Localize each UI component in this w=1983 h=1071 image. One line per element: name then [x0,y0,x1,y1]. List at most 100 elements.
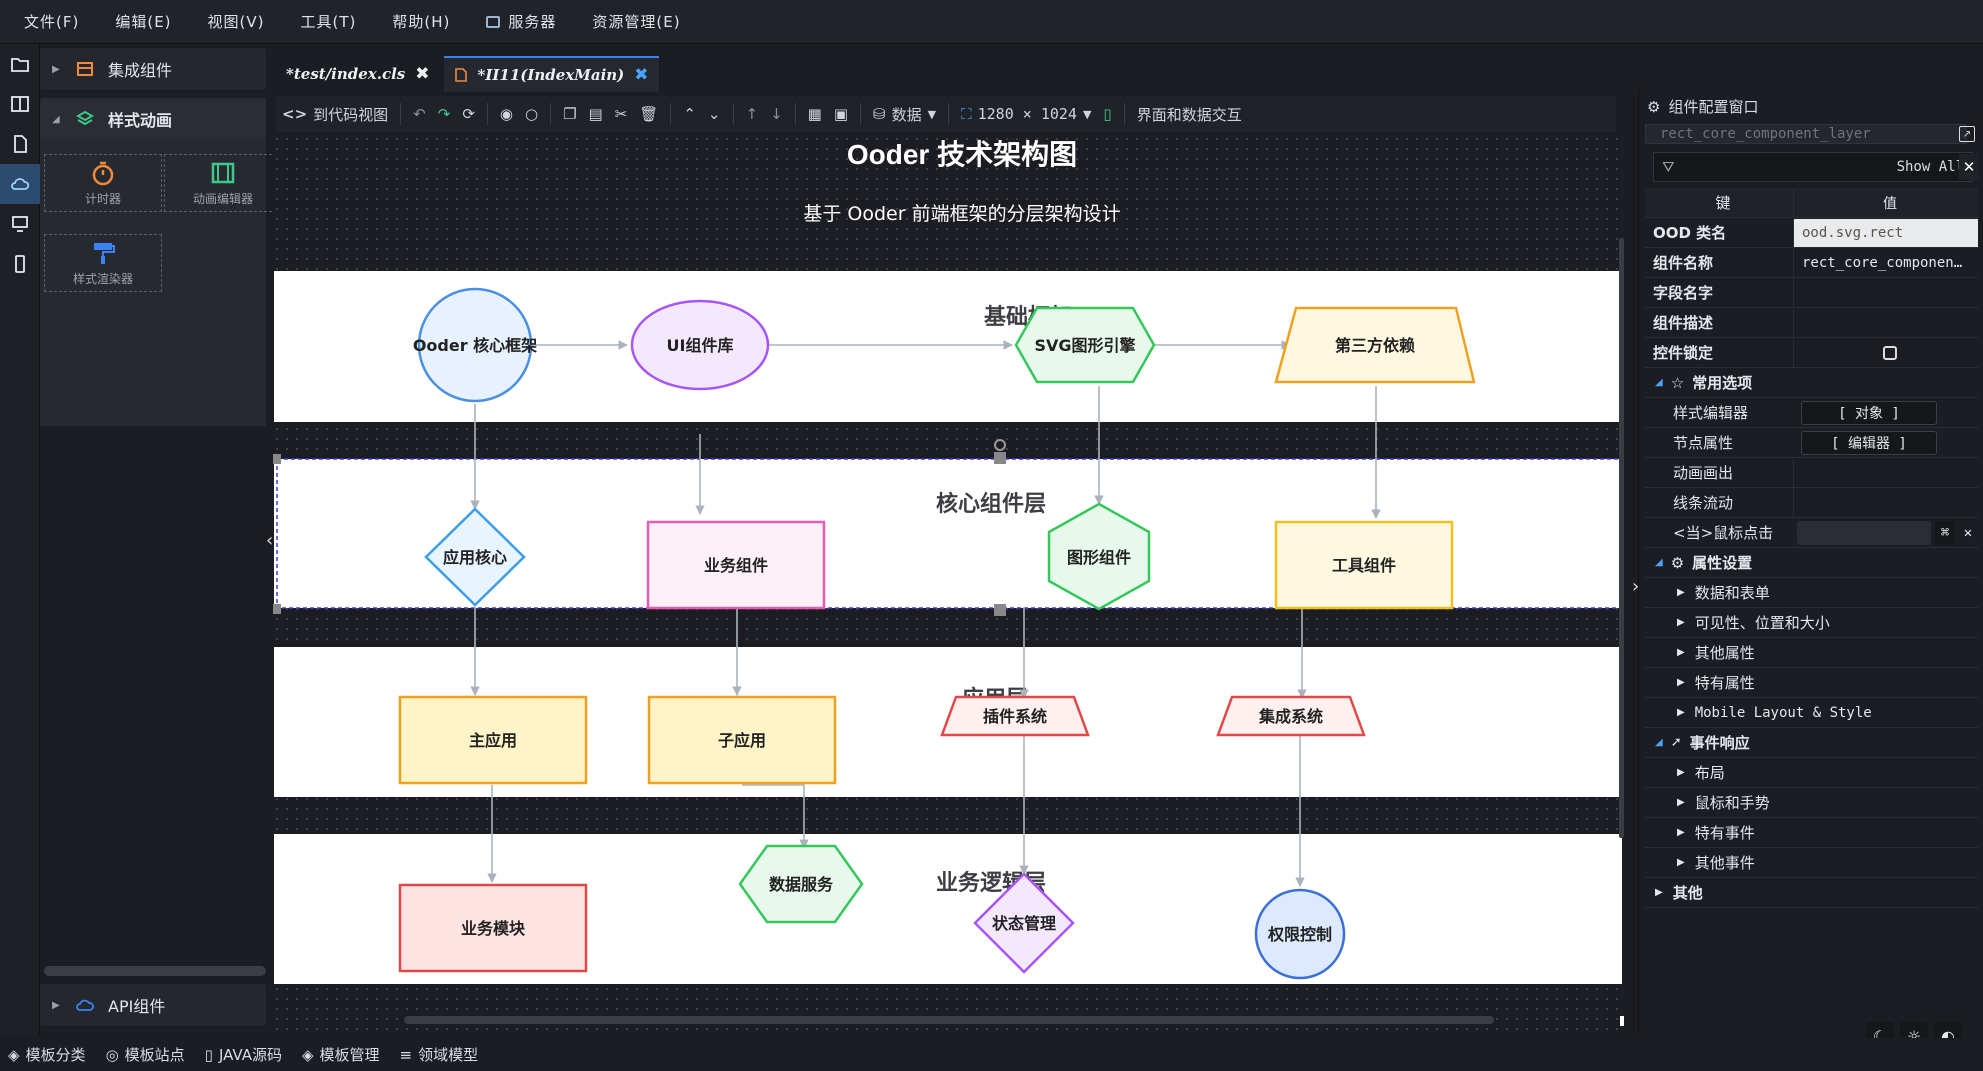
component-button[interactable]: ▣ [828,100,854,128]
ui-data-interaction-button[interactable]: 界面和数据交互 [1131,100,1248,128]
resize-handle[interactable] [273,604,281,614]
prop-value[interactable] [1793,278,1978,307]
cut-button[interactable]: ✂ [609,100,634,128]
status-template-site[interactable]: ◎ 模板站点 [106,1044,185,1065]
status-java-source[interactable]: ▯ JAVA源码 [205,1044,282,1065]
resize-handle[interactable] [994,452,1006,464]
delete-button[interactable]: 🗑 [633,100,664,128]
prop-anim-draw[interactable]: 动画画出 [1645,458,1978,488]
prop-comp-name[interactable]: 组件名称 rect_core_componen… [1645,248,1978,278]
tab-index-cls[interactable]: *test/index.cls ✖ [276,56,440,92]
event-mouse[interactable]: ▶ 鼠标和手势 [1645,788,1978,818]
attr-other[interactable]: ▶ 其他属性 [1645,638,1978,668]
node-props-button[interactable]: [ 编辑器 ] [1801,430,1937,455]
node-auth-ctrl[interactable]: 权限控制 [1254,888,1346,980]
rotate-handle[interactable] [994,439,1006,451]
prop-field-name[interactable]: 字段名字 [1645,278,1978,308]
lock-checkbox[interactable] [1883,345,1897,360]
group-other[interactable]: ▶ 其他 [1645,878,1978,908]
event-special[interactable]: ▶ 特有事件 [1645,818,1978,848]
clear-filter-icon[interactable]: ✕ [1959,154,1979,180]
prop-value[interactable]: rect_core_componen… [1793,248,1978,277]
move-down-button[interactable]: ⌄ [702,100,727,128]
event-layout[interactable]: ▶ 布局 [1645,758,1978,788]
attr-data-form[interactable]: ▶ 数据和表单 [1645,578,1978,608]
anim-editor-tile[interactable]: 动画编辑器 [164,154,282,212]
paste-button[interactable]: ▤ [583,100,609,128]
node-tool-comp[interactable]: 工具组件 [1274,520,1454,610]
style-renderer-tile[interactable]: 样式渲染器 [44,234,162,292]
node-sub-app[interactable]: 子应用 [647,695,837,785]
table-button[interactable]: ▦ [802,100,828,128]
arrow-down-button[interactable]: ↓ [764,100,789,128]
timer-tile[interactable]: 计时器 [44,154,162,212]
tab-indexmain[interactable]: *II11(IndexMain) ✖ [443,56,659,92]
undo-button[interactable]: ↶ [407,100,432,128]
resize-handle[interactable] [273,454,281,464]
section-animation[interactable]: ◢ 样式动画 [40,98,266,140]
node-integ-sys[interactable]: 集成系统 [1216,695,1366,737]
group-events[interactable]: ◢ ➚ 事件响应 [1645,728,1978,758]
canvas-hscrollbar[interactable] [404,1016,1494,1024]
menu-resources[interactable]: 资源管理(E) [592,11,680,32]
refresh-button[interactable]: ⟳ [456,100,481,128]
folder-icon[interactable] [0,44,40,84]
preview-button[interactable]: ◉ [494,100,519,128]
resolution-dropdown[interactable]: ⛶ 1280 × 1024 ▼ [955,100,1097,128]
prop-value[interactable] [1793,308,1978,337]
external-link-icon[interactable]: ↗ [1959,126,1975,142]
design-canvas[interactable]: Ooder 技术架构图 基于 Ooder 前端框架的分层架构设计 基础框架 核心… [266,134,1624,1034]
prop-comp-desc[interactable]: 组件描述 [1645,308,1978,338]
menu-help[interactable]: 帮助(H) [392,11,450,32]
mobile-icon[interactable] [0,244,40,284]
menu-edit[interactable]: 编辑(E) [115,11,171,32]
menu-tools[interactable]: 工具(T) [301,11,357,32]
page-icon[interactable] [0,124,40,164]
menu-view[interactable]: 视图(V) [208,11,265,32]
status-template-category[interactable]: ◈ 模板分类 [8,1044,86,1065]
attr-visibility[interactable]: ▶ 可见性、位置和大小 [1645,608,1978,638]
canvas-vscrollbar[interactable] [1619,238,1624,838]
data-dropdown[interactable]: ⛁ 数据 ▼ [867,100,942,128]
node-biz-comp[interactable]: 业务组件 [646,520,826,610]
desktop-icon[interactable] [0,204,40,244]
left-scrollbar[interactable] [44,966,266,976]
node-data-svc[interactable]: 数据服务 [738,844,864,924]
style-editor-button[interactable]: [ 对象 ] [1801,400,1937,425]
node-third-party[interactable]: 第三方依赖 [1274,306,1476,384]
node-ui-lib[interactable]: UI组件库 [630,299,770,391]
cloud-icon[interactable] [0,164,40,204]
command-icon[interactable]: ⌘ [1935,520,1955,545]
node-plugin-sys[interactable]: 插件系统 [940,695,1090,737]
event-other[interactable]: ▶ 其他事件 [1645,848,1978,878]
attr-mobile[interactable]: ▶ Mobile Layout & Style [1645,698,1978,728]
layout-icon[interactable] [0,84,40,124]
close-icon[interactable]: ✖ [415,64,429,84]
status-domain-model[interactable]: ≡ 领域模型 [400,1044,479,1065]
mouse-click-input[interactable] [1797,520,1931,545]
prop-line-flow[interactable]: 线条流动 [1645,488,1978,518]
layer-name-input[interactable]: rect_core_component_layer [1645,124,1967,144]
device-button[interactable]: ▯ [1097,100,1117,128]
section-api[interactable]: ▶ API组件 [40,984,266,1026]
status-template-mgmt[interactable]: ◈ 模板管理 [302,1044,380,1065]
architecture-diagram[interactable]: Ooder 技术架构图 基于 Ooder 前端框架的分层架构设计 基础框架 核心… [272,134,1624,1034]
collapse-left-icon[interactable]: ‹ [266,530,273,551]
node-main-app[interactable]: 主应用 [398,695,588,785]
redo-button[interactable]: ↷ [432,100,457,128]
section-integration[interactable]: ▶ 集成组件 [40,48,266,90]
attr-special[interactable]: ▶ 特有属性 [1645,668,1978,698]
outline-button[interactable]: ○ [519,100,544,128]
menu-file[interactable]: 文件(F) [24,11,79,32]
arrow-up-button[interactable]: ↑ [740,100,765,128]
close-icon[interactable]: ✖ [634,65,648,85]
node-biz-module[interactable]: 业务模块 [398,883,588,973]
to-code-view-button[interactable]: <> 到代码视图 [276,100,394,128]
group-common[interactable]: ◢ ☆ 常用选项 [1645,368,1978,398]
canvas-corner-handle[interactable] [1620,1016,1624,1026]
show-all-button[interactable]: Show All [1897,159,1964,175]
copy-button[interactable]: ❐ [557,100,582,128]
menu-server[interactable]: 服务器 [486,11,556,32]
move-up-button[interactable]: ⌃ [677,100,702,128]
node-svg-engine[interactable]: SVG图形引擎 [1014,306,1156,384]
